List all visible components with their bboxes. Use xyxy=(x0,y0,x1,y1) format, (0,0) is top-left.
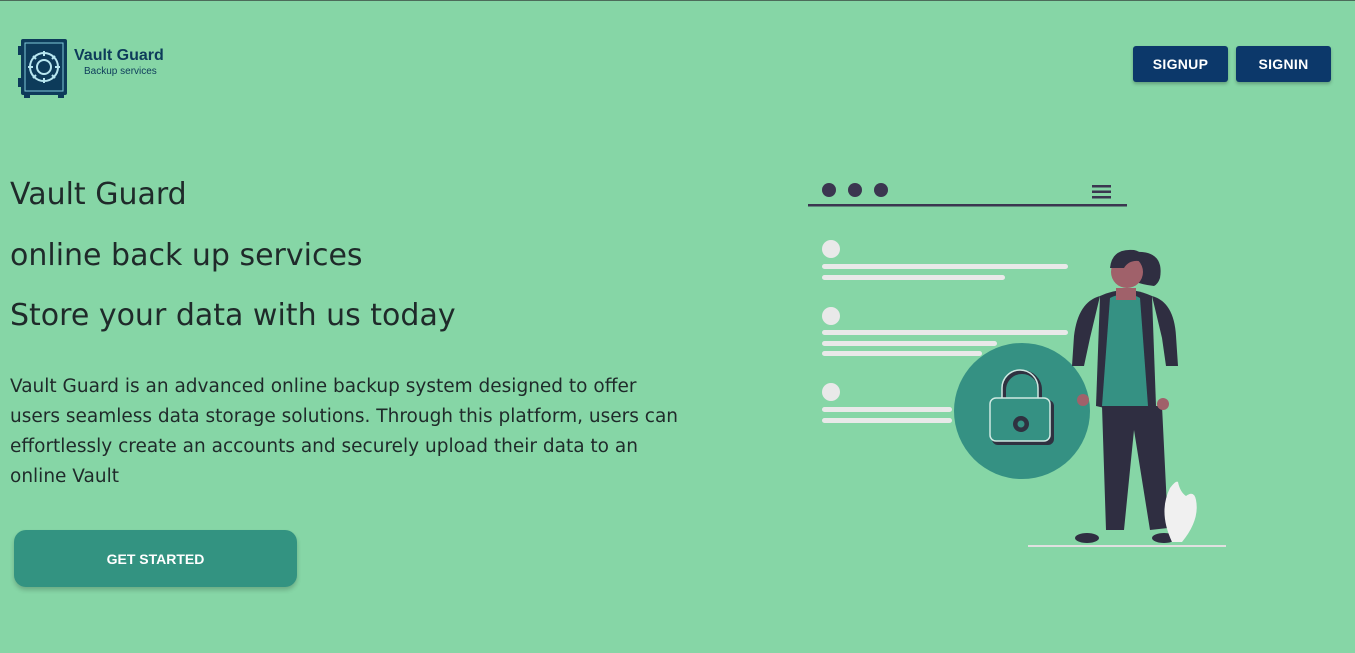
signup-button[interactable]: SIGNUP xyxy=(1133,46,1228,82)
hero-description: Vault Guard is an advanced online backup… xyxy=(10,376,679,487)
brand-subtitle: Backup services xyxy=(84,66,157,77)
security-illustration xyxy=(808,183,1226,547)
top-border xyxy=(0,0,1355,1)
brand-title: Vault Guard xyxy=(74,47,164,64)
vault-logo-icon xyxy=(18,39,67,98)
hero-title: Vault Guard xyxy=(10,177,187,212)
hero-subtitle: online back up services xyxy=(10,238,363,273)
brand-logo[interactable]: Vault Guard Backup services xyxy=(18,38,164,98)
hero-tagline: Store your data with us today xyxy=(10,298,456,333)
top-nav: SIGNUP SIGNIN xyxy=(1133,46,1331,82)
get-started-button[interactable]: GET STARTED xyxy=(14,530,297,587)
menu-icon xyxy=(1092,185,1111,199)
signin-button[interactable]: SIGNIN xyxy=(1236,46,1331,82)
